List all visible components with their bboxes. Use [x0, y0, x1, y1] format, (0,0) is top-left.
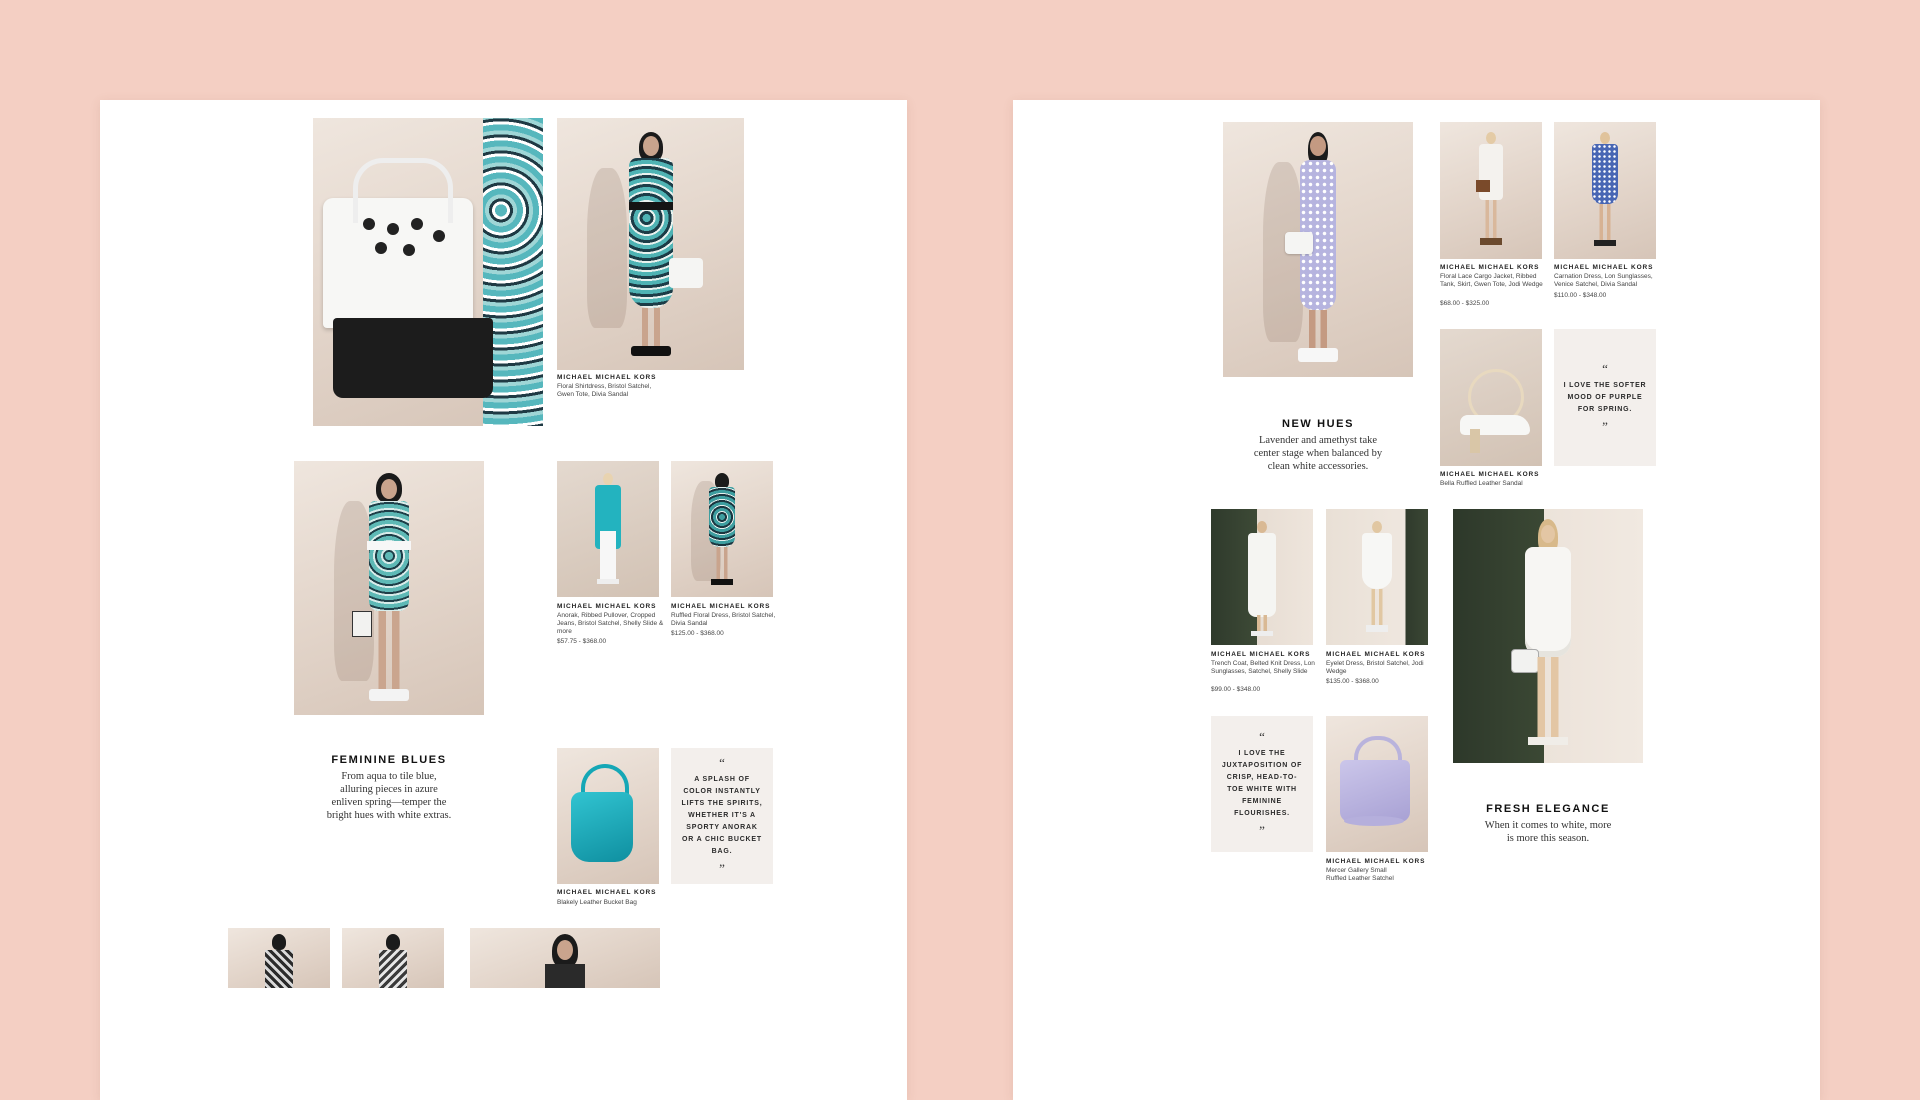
photo-hero-fresh-elegance[interactable]	[1453, 509, 1643, 763]
section-title-fresh-elegance: FRESH ELEGANCE	[1486, 803, 1610, 815]
model-white-eyelet-dress	[1362, 533, 1392, 589]
quote-close-mark: ”	[719, 861, 725, 876]
look-description: Floral Lace Cargo Jacket, Ribbed Tank, S…	[1440, 273, 1543, 288]
look-brand: MICHAEL MICHAEL KORS	[1326, 651, 1426, 658]
section-title-new-hues: NEW HUES	[1281, 418, 1355, 430]
quote-text: A SPLASH OF COLOR INSTANTLY LIFTS THE SP…	[681, 776, 763, 855]
look-description: Anorak, Ribbed Pullover, Cropped Jeans, …	[557, 612, 664, 635]
look-description: Floral Shirtdress, Bristol Satchel, Gwen…	[557, 383, 652, 398]
look-price: $110.00 - $348.00	[1554, 292, 1607, 299]
look-brand: MICHAEL MICHAEL KORS	[1554, 264, 1654, 271]
look-brand: MICHAEL MICHAEL KORS	[1211, 651, 1311, 658]
quote-card-crisp-white: “ I LOVE THE JUXTAPOSITION OF CRISP, HEA…	[1211, 716, 1313, 852]
model-floral-shirtdress	[628, 158, 673, 308]
photo-bucket-bag[interactable]	[557, 748, 659, 884]
quote-open-mark: “	[719, 755, 725, 770]
look-description: Carnation Dress, Lon Sunglasses, Venice …	[1554, 273, 1653, 288]
model-white-lace-dress	[1525, 547, 1571, 657]
look-price: $135.00 - $368.00	[1326, 678, 1379, 685]
photo-look-carnation-dress[interactable]	[1554, 122, 1656, 259]
photo-look-floral-shirtdress[interactable]	[557, 118, 744, 370]
section-body-new-hues: Lavender and amethyst take center stage …	[1253, 435, 1383, 472]
look-brand: MICHAEL MICHAEL KORS	[1326, 858, 1426, 865]
photo-lavender-satchel[interactable]	[1326, 716, 1428, 852]
section-title-feminine-blues: FEMININE BLUES	[331, 754, 447, 766]
look-price: $125.00 - $368.00	[671, 630, 724, 637]
quote-close-mark: ”	[1602, 418, 1608, 434]
section-body-feminine-blues: From aqua to tile blue, alluring pieces …	[326, 771, 452, 821]
photo-look-lace-cargo[interactable]	[1440, 122, 1542, 259]
photo-hero-new-hues[interactable]	[1223, 122, 1413, 377]
photo-look-trench-coat[interactable]	[1211, 509, 1313, 645]
look-brand: MICHAEL MICHAEL KORS	[1440, 264, 1540, 271]
quote-card-splash-of-color: “ A SPLASH OF COLOR INSTANTLY LIFTS THE …	[671, 748, 773, 884]
model-floral-mini-dress	[369, 501, 409, 611]
look-brand: MICHAEL MICHAEL KORS	[1440, 471, 1540, 478]
look-price: $68.00 - $325.00	[1440, 300, 1490, 307]
bag-handle	[353, 158, 453, 223]
teal-bucket-bag	[571, 792, 633, 862]
photo-ruffled-sandal[interactable]	[1440, 329, 1542, 466]
look-description: Mercer Gallery Small Ruffled Leather Sat…	[1326, 867, 1394, 882]
quote-open-mark: “	[1259, 729, 1265, 744]
photo-bag-closeup[interactable]	[313, 118, 543, 426]
quote-card-softer-purple: “ I LOVE THE SOFTER MOOD OF PURPLE FOR S…	[1554, 329, 1656, 466]
look-brand: MICHAEL MICHAEL KORS	[557, 889, 657, 896]
section-body-fresh-elegance: When it comes to white, more is more thi…	[1484, 820, 1612, 844]
look-description: Eyelet Dress, Bristol Satchel, Jodi Wedg…	[1326, 660, 1424, 675]
look-description: Trench Coat, Belted Knit Dress, Lon Sung…	[1211, 660, 1315, 675]
look-brand: MICHAEL MICHAEL KORS	[557, 374, 657, 381]
photo-hero-feminine-blues[interactable]	[294, 461, 484, 715]
lavender-ruffled-satchel	[1340, 760, 1410, 822]
photo-look-bottom-1[interactable]	[228, 928, 330, 988]
look-price: $57.75 - $368.00	[557, 638, 607, 645]
quote-text: I LOVE THE JUXTAPOSITION OF CRISP, HEAD-…	[1221, 750, 1303, 817]
left-lookbook-page: MICHAEL MICHAEL KORS Floral Shirtdress, …	[100, 100, 907, 1100]
model-carnation-dress	[1592, 144, 1618, 204]
look-price: $99.00 - $348.00	[1211, 686, 1261, 693]
look-brand: MICHAEL MICHAEL KORS	[671, 603, 771, 610]
model-ruffled-floral-dress	[709, 487, 735, 547]
right-lookbook-page: NEW HUES Lavender and amethyst take cent…	[1013, 100, 1820, 1100]
flower-appliques	[363, 218, 375, 230]
photo-look-eyelet-dress[interactable]	[1326, 509, 1428, 645]
quote-open-mark: “	[1602, 360, 1608, 376]
look-description: Bella Ruffled Leather Sandal	[1440, 480, 1523, 487]
photo-look-bottom-2[interactable]	[342, 928, 444, 988]
look-description: Ruffled Floral Dress, Bristol Satchel, D…	[671, 612, 776, 627]
look-brand: MICHAEL MICHAEL KORS	[557, 603, 657, 610]
photo-look-anorak[interactable]	[557, 461, 659, 597]
photo-look-ruffled-floral[interactable]	[671, 461, 773, 597]
quote-text: I LOVE THE SOFTER MOOD OF PURPLE FOR SPR…	[1563, 381, 1647, 413]
look-description: Blakely Leather Bucket Bag	[557, 899, 637, 906]
quote-close-mark: ”	[1259, 823, 1265, 838]
photo-look-bottom-3[interactable]	[470, 928, 660, 988]
model-white-trench	[1248, 533, 1276, 617]
black-satchel-bag	[333, 318, 493, 398]
